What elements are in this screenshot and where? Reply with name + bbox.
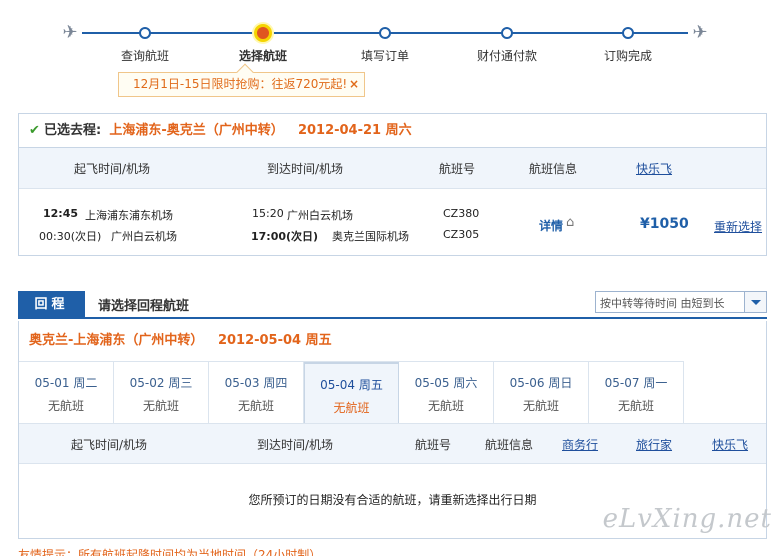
footnote: 友情提示：所有航班起降时间均为当地时间（24小时制）	[18, 548, 322, 556]
col-flight-no: 航班号	[439, 162, 476, 176]
return-tab-bar: 回程 请选择回程航班 按中转等待时间 由短到长	[18, 291, 767, 319]
price: ¥1050	[640, 216, 689, 232]
step-dot	[139, 27, 151, 39]
return-route: 奥克兰-上海浦东（广州中转）	[29, 333, 204, 348]
col-travel-link[interactable]: 旅行家	[636, 436, 672, 453]
date-tab[interactable]: 05-05 周六 无航班	[399, 362, 494, 424]
col-arrive: 到达时间/机场	[267, 162, 344, 176]
progress-steps: ✈ ✈ 查询航班 选择航班 填写订单 财付通付款 订购完成	[60, 18, 710, 68]
check-icon: ✔	[29, 123, 40, 138]
col-arrive: 到达时间/机场	[257, 438, 334, 452]
outbound-route: 上海浦东-奥克兰（广州中转）	[109, 123, 284, 138]
step-payment: 财付通付款	[457, 18, 557, 64]
outbound-flight-row: 12:45 上海浦东浦东机场 15:20 广州白云机场 CZ380 00:30(…	[19, 189, 766, 255]
leg2-arrive-time: 17:00(次日)	[251, 230, 319, 243]
col-depart: 起飞时间/机场	[71, 438, 148, 452]
date-tabs: 05-01 周二 无航班 05-02 周三 无航班 05-03 周四 无航班 0…	[19, 361, 684, 424]
leg2-flight-no: CZ305	[443, 228, 480, 241]
return-hint: 请选择回程航班	[98, 299, 190, 314]
detail-link[interactable]: 详情	[539, 217, 563, 234]
leg1-depart-time: 12:45	[43, 207, 79, 220]
leg1-arrive-time: 15:20	[252, 207, 284, 220]
selected-outbound-panel: ✔ 已选去程: 上海浦东-奥克兰（广州中转） 2012-04-21 周六 起飞时…	[18, 113, 767, 256]
col-brand-link[interactable]: 快乐飞	[712, 436, 748, 453]
date-tab[interactable]: 05-02 周三 无航班	[114, 362, 209, 424]
return-header: 奥克兰-上海浦东（广州中转） 2012-05-04 周五	[19, 321, 766, 361]
col-flight-no: 航班号	[415, 438, 452, 452]
plane-icon: ✈	[692, 22, 708, 43]
col-flight-info: 航班信息	[529, 162, 578, 176]
step-fill-order: 填写订单	[335, 18, 435, 64]
step-label: 选择航班	[238, 49, 287, 63]
leg2-depart-time: 00:30(次日)	[39, 230, 102, 243]
leg2-arrive-airport: 奥克兰国际机场	[332, 230, 409, 243]
col-depart: 起飞时间/机场	[74, 162, 151, 176]
plane-icon: ✈	[62, 22, 78, 43]
col-brand-link[interactable]: 快乐飞	[636, 160, 672, 177]
step-dot-active	[254, 24, 272, 42]
leg1-depart-airport: 上海浦东浦东机场	[85, 209, 173, 222]
step-label: 查询航班	[120, 49, 169, 63]
promo-banner[interactable]: 12月1日-15日限时抢购：往返720元起! ×	[118, 63, 365, 97]
leg1-flight-no: CZ380	[443, 207, 480, 220]
watermark: eLvXing.net	[602, 504, 772, 534]
leg1-arrive-airport: 广州白云机场	[287, 209, 353, 222]
return-date: 2012-05-04 周五	[217, 333, 332, 348]
outbound-date: 2012-04-21 周六	[297, 123, 412, 138]
tab-return[interactable]: 回程	[18, 291, 85, 319]
col-business-link[interactable]: 商务行	[562, 436, 598, 453]
return-column-header: 起飞时间/机场 到达时间/机场 航班号 航班信息 商务行 旅行家 快乐飞	[19, 423, 766, 464]
step-select-flight: 选择航班	[213, 18, 313, 64]
step-label: 财付通付款	[476, 49, 537, 63]
step-complete: 订购完成	[578, 18, 678, 64]
date-tab[interactable]: 05-01 周二 无航班	[19, 362, 114, 424]
leg2-depart-airport: 广州白云机场	[111, 230, 177, 243]
promo-text: 12月1日-15日限时抢购：往返720元起!	[133, 77, 348, 91]
col-flight-info: 航班信息	[485, 438, 534, 452]
home-icon: ⌂	[566, 215, 575, 230]
date-tab-active[interactable]: 05-04 周五 无航班	[304, 362, 399, 424]
date-tab[interactable]: 05-03 周四 无航班	[209, 362, 304, 424]
step-label: 订购完成	[603, 49, 652, 63]
outbound-header: ✔ 已选去程: 上海浦东-奥克兰（广州中转） 2012-04-21 周六	[19, 114, 766, 148]
sort-select[interactable]: 按中转等待时间 由短到长	[595, 291, 767, 313]
date-tab[interactable]: 05-07 周一 无航班	[589, 362, 684, 424]
close-icon[interactable]: ×	[349, 73, 359, 96]
step-dot	[622, 27, 634, 39]
step-dot	[501, 27, 513, 39]
outbound-column-header: 起飞时间/机场 到达时间/机场 航班号 航班信息 快乐飞	[19, 148, 766, 189]
step-dot	[379, 27, 391, 39]
step-search: 查询航班	[95, 18, 195, 64]
chevron-down-icon[interactable]	[744, 292, 766, 312]
step-label: 填写订单	[360, 49, 409, 63]
date-tab[interactable]: 05-06 周日 无航班	[494, 362, 589, 424]
outbound-heading: 已选去程:	[44, 123, 102, 138]
reselect-link[interactable]: 重新选择	[714, 218, 762, 235]
sort-value: 按中转等待时间 由短到长	[600, 297, 725, 310]
